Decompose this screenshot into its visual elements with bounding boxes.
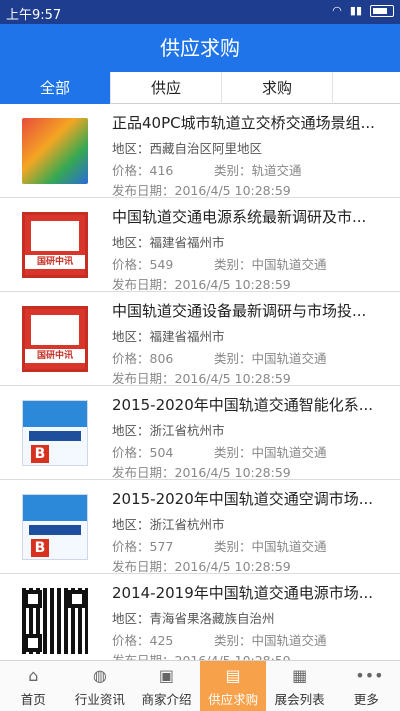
item-category: 类别：轨道交通: [214, 163, 302, 178]
battery-icon: [370, 4, 394, 17]
qr-finder: [24, 590, 42, 608]
clipboard-icon: ▦: [292, 666, 308, 685]
list-item[interactable]: 正品40PC城市轨道立交桥交通场景组... 地区：西藏自治区阿里地区 价格：41…: [0, 104, 400, 198]
cover-band: [29, 525, 81, 535]
nav-label: 行业资讯: [74, 692, 125, 707]
item-price: 价格：549: [112, 257, 174, 272]
person-card-icon: ▣: [158, 666, 175, 685]
cover-logo: B: [31, 445, 49, 463]
bottom-nav: ⌂ 首页 ◍ 行业资讯 ▣ 商家介绍 ▤ 供应求购 ▦ 展会列表 ••• 更多: [0, 660, 400, 711]
listing-list: 正品40PC城市轨道立交桥交通场景组... 地区：西藏自治区阿里地区 价格：41…: [0, 104, 400, 660]
page-title: 供应求购: [0, 24, 400, 72]
list-item[interactable]: B 2015-2020年中国轨道交通智能化系... 地区：浙江省杭州市 价格：5…: [0, 386, 400, 480]
item-category: 类别：中国轨道交通: [214, 351, 327, 366]
home-icon: ⌂: [28, 666, 39, 685]
item-category: 类别：中国轨道交通: [214, 539, 327, 554]
nav-label: 更多: [353, 692, 379, 707]
cover-panel: [31, 315, 79, 345]
signal-icon: ▮▮: [349, 4, 362, 17]
status-time: 上午9:57: [6, 8, 62, 23]
cover-panel: [31, 221, 79, 251]
item-title: 2014-2019年中国轨道交通电源市场...: [112, 584, 374, 602]
nav-label: 商家介绍: [141, 692, 192, 707]
item-date: 发布日期：2016/4/5 10:28:59: [112, 371, 291, 386]
status-icons: ◠ ▮▮: [332, 4, 394, 17]
nav-label: 展会列表: [274, 692, 325, 707]
list-item[interactable]: B 2015-2020年中国轨道交通空调市场... 地区：浙江省杭州市 价格：5…: [0, 480, 400, 574]
qr-code-thumbnail: [22, 588, 88, 654]
qr-finder: [24, 634, 42, 652]
cover-logo: B: [31, 539, 49, 557]
item-price: 价格：504: [112, 445, 174, 460]
report-cover-thumbnail: B: [22, 494, 88, 560]
item-region: 地区：浙江省杭州市: [112, 517, 225, 532]
status-bar: 上午9:57 ◠ ▮▮: [0, 0, 400, 24]
item-title: 2015-2020年中国轨道交通智能化系...: [112, 396, 374, 414]
item-date: 发布日期：2016/4/5 10:28:59: [112, 559, 291, 574]
nav-more[interactable]: ••• 更多: [333, 661, 400, 711]
item-region: 地区：福建省福州市: [112, 329, 225, 344]
cover-header: [23, 401, 87, 427]
product-thumbnail: [22, 118, 88, 184]
nav-supply-demand[interactable]: ▤ 供应求购: [199, 661, 267, 711]
cover-brand-text: 国研中讯: [25, 255, 85, 269]
nav-industry-news[interactable]: ◍ 行业资讯: [67, 661, 134, 711]
qr-finder: [68, 590, 86, 608]
item-price: 价格：425: [112, 633, 174, 648]
filter-tabs: 全部 供应 求购: [0, 72, 400, 104]
wifi-icon: ◠: [332, 4, 342, 17]
nav-label: 首页: [20, 692, 46, 707]
item-title: 中国轨道交通电源系统最新调研及市...: [112, 208, 367, 226]
nav-merchants[interactable]: ▣ 商家介绍: [133, 661, 200, 711]
item-region: 地区：福建省福州市: [112, 235, 225, 250]
item-title: 正品40PC城市轨道立交桥交通场景组...: [112, 114, 375, 132]
nav-exhibitions[interactable]: ▦ 展会列表: [266, 661, 333, 711]
globe-icon: ◍: [92, 666, 107, 685]
item-title: 中国轨道交通设备最新调研与市场投...: [112, 302, 367, 320]
list-item[interactable]: 国研中讯 中国轨道交通电源系统最新调研及市... 地区：福建省福州市 价格：54…: [0, 198, 400, 292]
item-date: 发布日期：2016/4/5 10:28:59: [112, 465, 291, 480]
nav-home[interactable]: ⌂ 首页: [0, 661, 67, 711]
item-price: 价格：416: [112, 163, 174, 178]
report-cover-thumbnail: 国研中讯: [22, 306, 88, 372]
item-category: 类别：中国轨道交通: [214, 633, 327, 648]
item-price: 价格：577: [112, 539, 174, 554]
list-item[interactable]: 国研中讯 中国轨道交通设备最新调研与市场投... 地区：福建省福州市 价格：80…: [0, 292, 400, 386]
item-date: 发布日期：2016/4/5 10:28:59: [112, 277, 291, 292]
tab-supply[interactable]: 供应: [111, 72, 222, 104]
item-title: 2015-2020年中国轨道交通空调市场...: [112, 490, 374, 508]
tab-all[interactable]: 全部: [0, 72, 111, 104]
item-date: 发布日期：2016/4/5 10:28:59: [112, 183, 291, 198]
more-dots-icon: •••: [355, 666, 384, 685]
item-region: 地区：西藏自治区阿里地区: [112, 141, 263, 156]
cover-band: [29, 431, 81, 441]
item-region: 地区：青海省果洛藏族自治州: [112, 611, 275, 626]
item-category: 类别：中国轨道交通: [214, 445, 327, 460]
item-region: 地区：浙江省杭州市: [112, 423, 225, 438]
item-date: 发布日期：2016/4/5 10:28:59: [112, 650, 291, 660]
tab-demand[interactable]: 求购: [222, 72, 333, 104]
report-cover-thumbnail: B: [22, 400, 88, 466]
cover-header: [23, 495, 87, 521]
item-category: 类别：中国轨道交通: [214, 257, 327, 272]
item-price: 价格：806: [112, 351, 174, 366]
sale-tag-icon: ▤: [225, 666, 241, 685]
cover-brand-text: 国研中讯: [25, 349, 85, 363]
report-cover-thumbnail: 国研中讯: [22, 212, 88, 278]
list-item[interactable]: 2014-2019年中国轨道交通电源市场... 地区：青海省果洛藏族自治州 价格…: [0, 574, 400, 660]
nav-label: 供应求购: [208, 692, 259, 707]
